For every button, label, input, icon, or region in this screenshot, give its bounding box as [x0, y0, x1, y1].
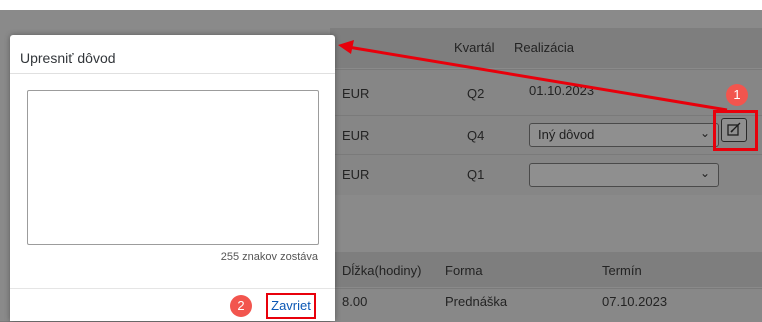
highlight-box: [713, 110, 758, 151]
callout-badge: 1: [726, 84, 748, 106]
annotation-arrow: [338, 40, 728, 112]
callout-badge: 2: [230, 295, 252, 317]
